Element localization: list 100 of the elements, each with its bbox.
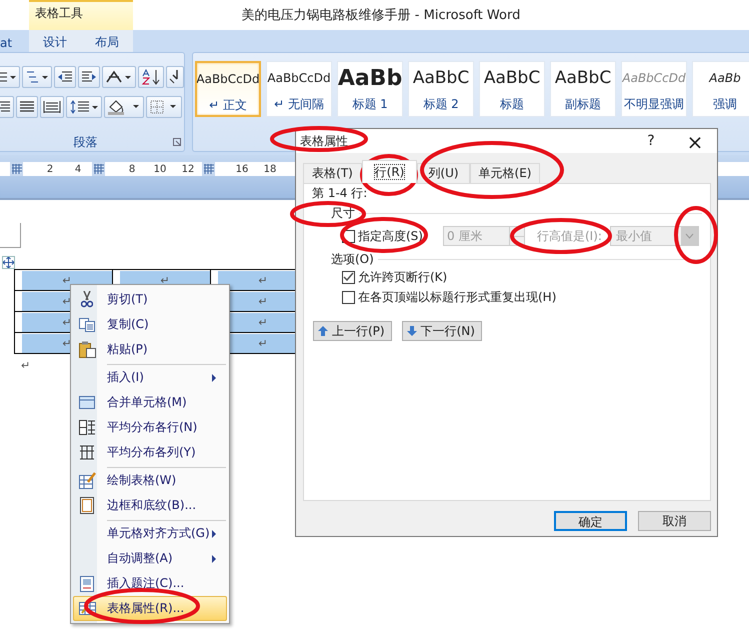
submenu-arrow-icon: [212, 374, 216, 382]
window-title: 美的电压力锅电路板维修手册 - Microsoft Word: [240, 7, 522, 25]
style-sample: AaBbC: [484, 67, 540, 90]
checkbox-option[interactable]: 指定高度(S): [342, 228, 423, 244]
style-tile[interactable]: AaBbCcDd ↵ 无间隔: [266, 61, 332, 117]
paragraph-mark: ↵: [258, 294, 268, 308]
column-marker-icon[interactable]: [10, 162, 23, 176]
row-height-rule-label: 行高值是(I):: [536, 228, 602, 244]
close-button[interactable]: ×: [673, 129, 717, 153]
increase-indent-button[interactable]: [78, 66, 100, 88]
dialog-tab[interactable]: 单元格(E): [470, 163, 540, 183]
margin-corner-mark: [0, 223, 21, 248]
decrease-indent-button[interactable]: [54, 66, 76, 88]
paragraph-mark: ↵: [258, 336, 268, 350]
style-name: 不明显强调: [624, 96, 684, 113]
contextual-tab-header: 表格工具: [29, 0, 133, 30]
show-marks-button[interactable]: [166, 66, 184, 88]
style-sample: AaBbC: [554, 67, 612, 90]
menu-item[interactable]: 剪切(T): [73, 287, 227, 312]
indent-icon: [57, 70, 73, 84]
group-label: 段落: [72, 134, 98, 150]
multilevel-list-button[interactable]: [22, 66, 52, 88]
style-tile[interactable]: AaBb 标题 1: [337, 61, 403, 117]
dialog-button[interactable]: 取消: [638, 511, 711, 531]
paragraph-mark: ↵: [160, 274, 170, 286]
column-marker-icon[interactable]: [202, 162, 215, 176]
ribbon-tab[interactable]: 布局: [81, 30, 133, 52]
scissors-icon: [81, 291, 93, 308]
menu-item[interactable]: 平均分布各列(Y): [73, 440, 227, 465]
distribute-button[interactable]: [40, 96, 64, 118]
list-icon: [25, 70, 49, 84]
border-grid-icon: [149, 99, 179, 115]
dialog-tab[interactable]: 表格(T): [303, 163, 362, 183]
dialog-tab[interactable]: 列(U): [417, 163, 470, 183]
style-name: 标题 2: [423, 96, 459, 113]
style-tile[interactable]: AaBb 强调: [692, 61, 749, 117]
ribbon-tab[interactable]: at: [0, 30, 29, 52]
ruler-number: 16: [234, 164, 250, 174]
distribute-rows-icon: [79, 420, 95, 435]
style-tile[interactable]: AaBbC 标题: [479, 61, 545, 117]
align-right-button[interactable]: [0, 96, 14, 118]
style-tile[interactable]: AaBbCcDd 不明显强调: [621, 61, 687, 117]
paragraph-mark: ↵: [62, 274, 72, 286]
checkbox[interactable]: [342, 270, 355, 284]
help-button[interactable]: ?: [629, 129, 673, 153]
style-sample: AaBbCcDd: [267, 70, 331, 87]
checkbox[interactable]: [342, 290, 355, 304]
menu-item[interactable]: 平均分布各行(N): [73, 415, 227, 440]
paragraph-mark: ↵: [62, 336, 72, 350]
paste-icon: [78, 341, 96, 358]
sort-button[interactable]: [138, 66, 164, 88]
line-spacing-button[interactable]: [66, 96, 102, 118]
text-direction-button[interactable]: [102, 66, 136, 88]
checkbox-option[interactable]: 允许跨页断行(K): [312, 267, 702, 287]
list-icon: [0, 70, 17, 84]
move-handle-icon[interactable]: [2, 256, 15, 269]
justify-button[interactable]: [16, 96, 38, 118]
row-range-label: 第 1-4 行:: [312, 185, 368, 202]
section-title: 尺寸: [331, 204, 355, 222]
page-border-icon: [80, 497, 94, 514]
paragraph-mark: ↵: [62, 316, 72, 328]
menu-item[interactable]: 粘贴(P): [73, 337, 227, 362]
style-tile[interactable]: AaBbC 标题 2: [408, 61, 474, 117]
ruler-number: 4: [74, 164, 82, 174]
style-sample: AaBbC: [412, 67, 470, 90]
pencil-table-icon: [78, 472, 96, 489]
checkbox-option[interactable]: 在各页顶端以标题行形式重复出现(H): [312, 287, 702, 307]
nav-button[interactable]: 上一行(P): [313, 321, 392, 341]
dialog-launcher-icon[interactable]: [173, 138, 181, 146]
arrow-down-icon: [406, 326, 417, 336]
ruler-number: 2: [46, 164, 54, 174]
menu-item[interactable]: 插入题注(C)...: [73, 571, 227, 596]
dialog-title: 表格属性: [300, 132, 349, 150]
ruler-number: 18: [262, 164, 278, 174]
style-name: ↵ 正文: [209, 97, 247, 114]
text-direction-icon: [105, 70, 133, 84]
style-name: 强调: [713, 96, 737, 113]
ruler-number: 10: [152, 164, 168, 174]
submenu-arrow-icon: [212, 530, 216, 538]
paragraph-mark: ↵: [21, 359, 30, 372]
bullet-list-button[interactable]: [0, 66, 20, 88]
dialog-tab[interactable]: 行(R): [362, 160, 417, 183]
dialog-button[interactable]: 确定: [554, 511, 627, 531]
style-sample: AaBb: [338, 64, 402, 92]
style-name: ↵ 无间隔: [274, 96, 324, 113]
shading-button[interactable]: [104, 96, 144, 118]
distribute-columns-icon: [79, 445, 95, 460]
column-marker-icon[interactable]: [92, 162, 105, 176]
distribute-icon: [43, 100, 61, 114]
ribbon-tab[interactable]: 设计: [29, 30, 81, 52]
menu-item[interactable]: 边框和底纹(B)...: [73, 493, 227, 518]
style-tile[interactable]: AaBbC 副标题: [550, 61, 616, 117]
align-right-icon: [0, 100, 11, 114]
nav-button[interactable]: 下一行(N): [402, 321, 482, 341]
style-sample: AaBbCcDd: [622, 70, 686, 87]
menu-item[interactable]: 合并单元格(M): [73, 390, 227, 415]
menu-item[interactable]: 自动调整(A): [73, 546, 227, 571]
submenu-arrow-icon: [212, 554, 216, 562]
menu-item[interactable]: 复制(C): [73, 312, 227, 337]
borders-button[interactable]: [146, 96, 182, 118]
